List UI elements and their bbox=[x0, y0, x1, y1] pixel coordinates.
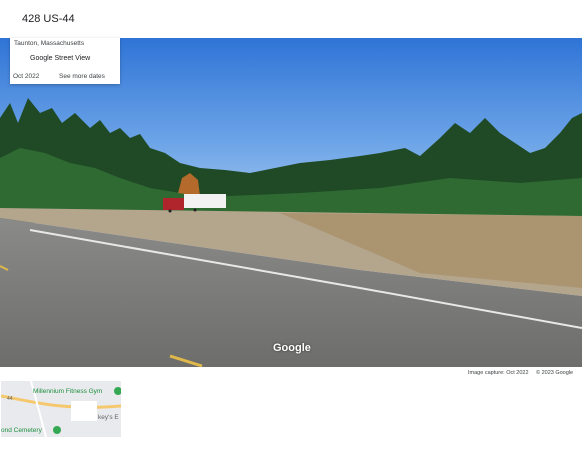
image-footer: Image capture: Oct 2022 © 2023 Google bbox=[0, 367, 582, 381]
place-title: 428 US-44 bbox=[22, 13, 75, 25]
route-44-shield: 44 bbox=[7, 396, 13, 402]
gym-marker-icon bbox=[114, 387, 121, 395]
poi-gym-label[interactable]: Millennium Fitness Gym bbox=[33, 388, 102, 395]
mini-map[interactable]: Millennium Fitness Gym 44 key's E ond Ce… bbox=[1, 381, 121, 437]
location-label: Taunton, Massachusetts bbox=[14, 40, 85, 47]
truck-cab bbox=[163, 198, 184, 210]
map-blank-tile bbox=[71, 401, 97, 421]
image-capture-label: Image capture: Oct 2022 bbox=[468, 370, 529, 376]
highway-44 bbox=[1, 394, 121, 409]
poi-cemetery-label[interactable]: ond Cemetery bbox=[1, 427, 42, 434]
google-watermark: Google bbox=[273, 342, 311, 354]
cemetery-marker-icon bbox=[53, 426, 61, 434]
top-bar: 428 US-44 bbox=[0, 0, 582, 38]
capture-date-label: Oct 2022 bbox=[13, 73, 40, 80]
street-view-panorama[interactable] bbox=[0, 38, 582, 367]
truck-trailer bbox=[184, 194, 226, 208]
copyright-label: © 2023 Google bbox=[536, 370, 574, 376]
service-label: Google Street View bbox=[30, 55, 91, 62]
panorama-scene[interactable] bbox=[0, 38, 582, 367]
see-more-dates-link[interactable]: See more dates bbox=[59, 73, 105, 80]
street-view-info-card: Taunton, Massachusetts Google Street Vie… bbox=[10, 38, 120, 84]
poi-partial-label[interactable]: key's E bbox=[98, 414, 119, 421]
